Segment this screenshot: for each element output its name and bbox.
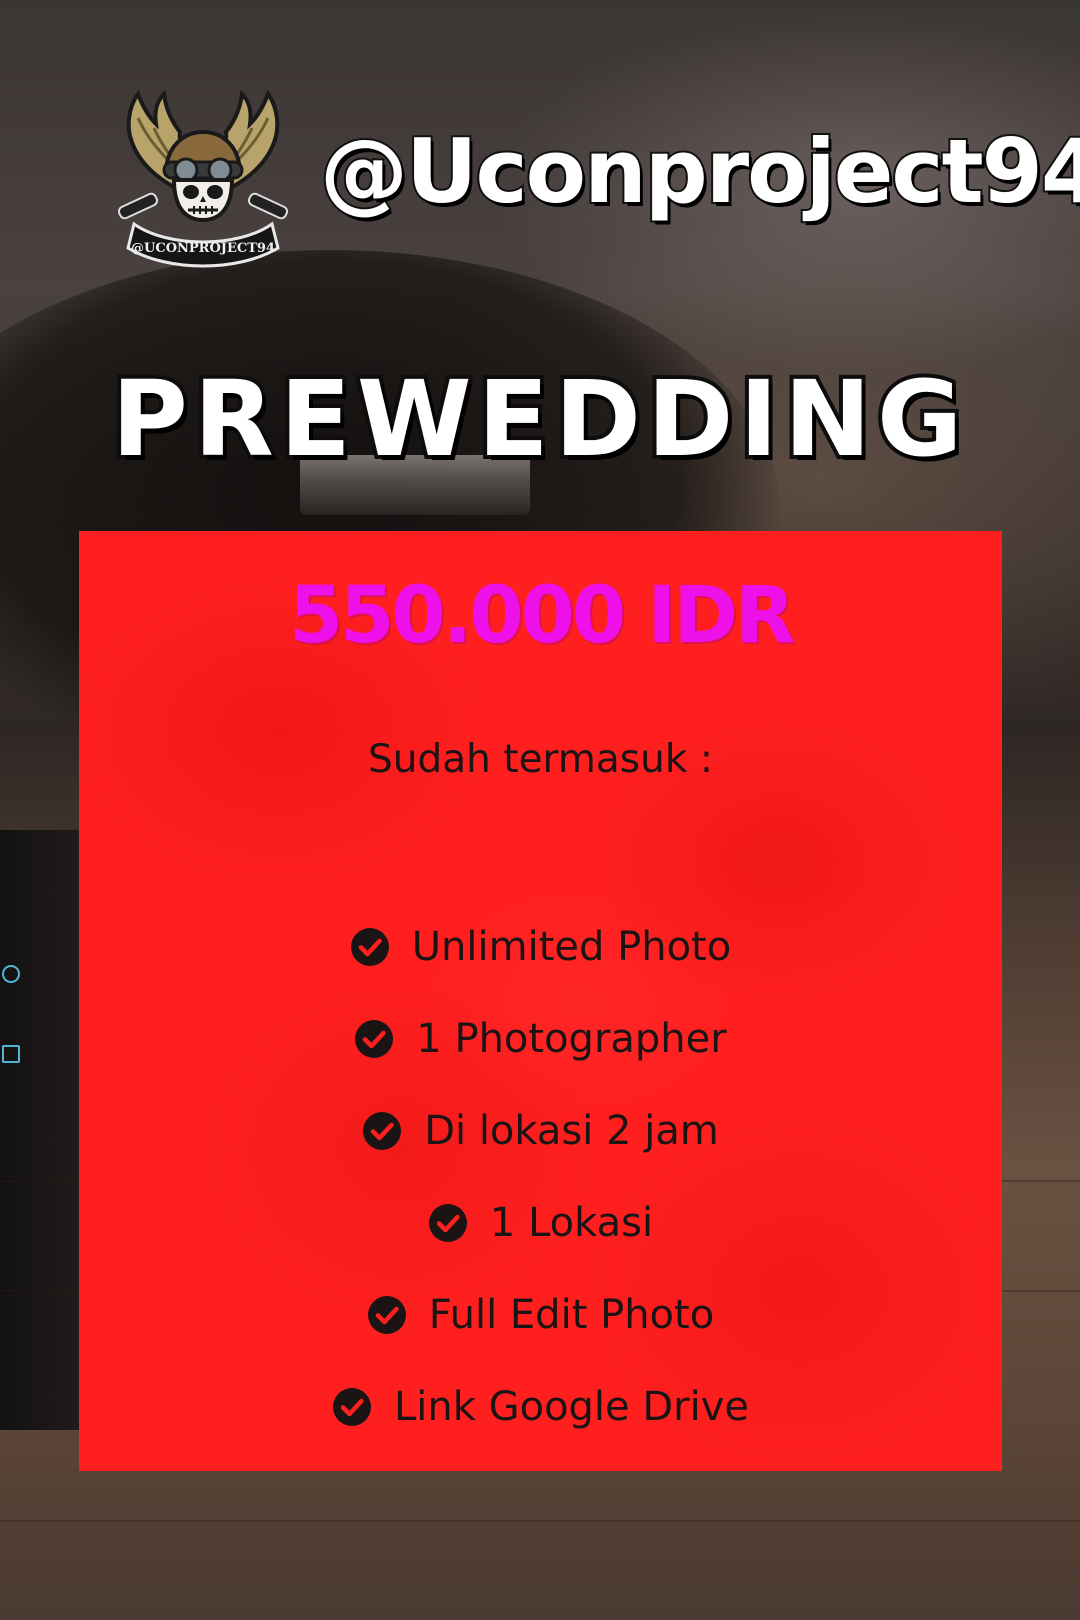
logo-banner-text: @UCONPROJECT94 <box>131 241 275 256</box>
winged-skull-logo-icon: @UCONPROJECT94 <box>117 89 289 268</box>
price-card: 550.000 IDR Sudah termasuk : Unlimited P… <box>79 531 1002 1471</box>
feature-text: Di lokasi 2 jam <box>424 1108 719 1154</box>
package-title: PREWEDDING <box>108 354 969 484</box>
feature-item: Unlimited Photo <box>79 901 1002 993</box>
check-circle-icon <box>350 928 389 966</box>
feature-item: Di lokasi 2 jam <box>79 1085 1002 1177</box>
brand-handle: @Uconproject94 <box>318 118 1080 225</box>
feature-text: Unlimited Photo <box>411 924 732 970</box>
feature-text: 1 Lokasi <box>489 1200 654 1246</box>
background-wood-grain <box>0 1520 1080 1522</box>
feature-item: Link Google Drive <box>79 1361 1002 1453</box>
check-circle-icon <box>332 1388 371 1426</box>
check-circle-icon <box>363 1112 402 1150</box>
feature-text: Full Edit Photo <box>428 1292 715 1338</box>
includes-label: Sudah termasuk : <box>368 737 713 782</box>
background-camera-zoom-icon <box>2 965 20 983</box>
feature-list: Unlimited Photo 1 Photographer Di lokasi… <box>79 901 1002 1453</box>
feature-item: 1 Lokasi <box>79 1177 1002 1269</box>
feature-text: 1 Photographer <box>416 1016 727 1062</box>
check-circle-icon <box>355 1020 394 1058</box>
feature-item: Full Edit Photo <box>79 1269 1002 1361</box>
check-circle-icon <box>428 1204 467 1242</box>
package-price: 550.000 IDR <box>288 571 795 661</box>
feature-text: Link Google Drive <box>393 1384 750 1430</box>
check-circle-icon <box>367 1296 406 1334</box>
feature-item: 1 Photographer <box>79 993 1002 1085</box>
background-camera-grid-icon <box>2 1045 20 1063</box>
